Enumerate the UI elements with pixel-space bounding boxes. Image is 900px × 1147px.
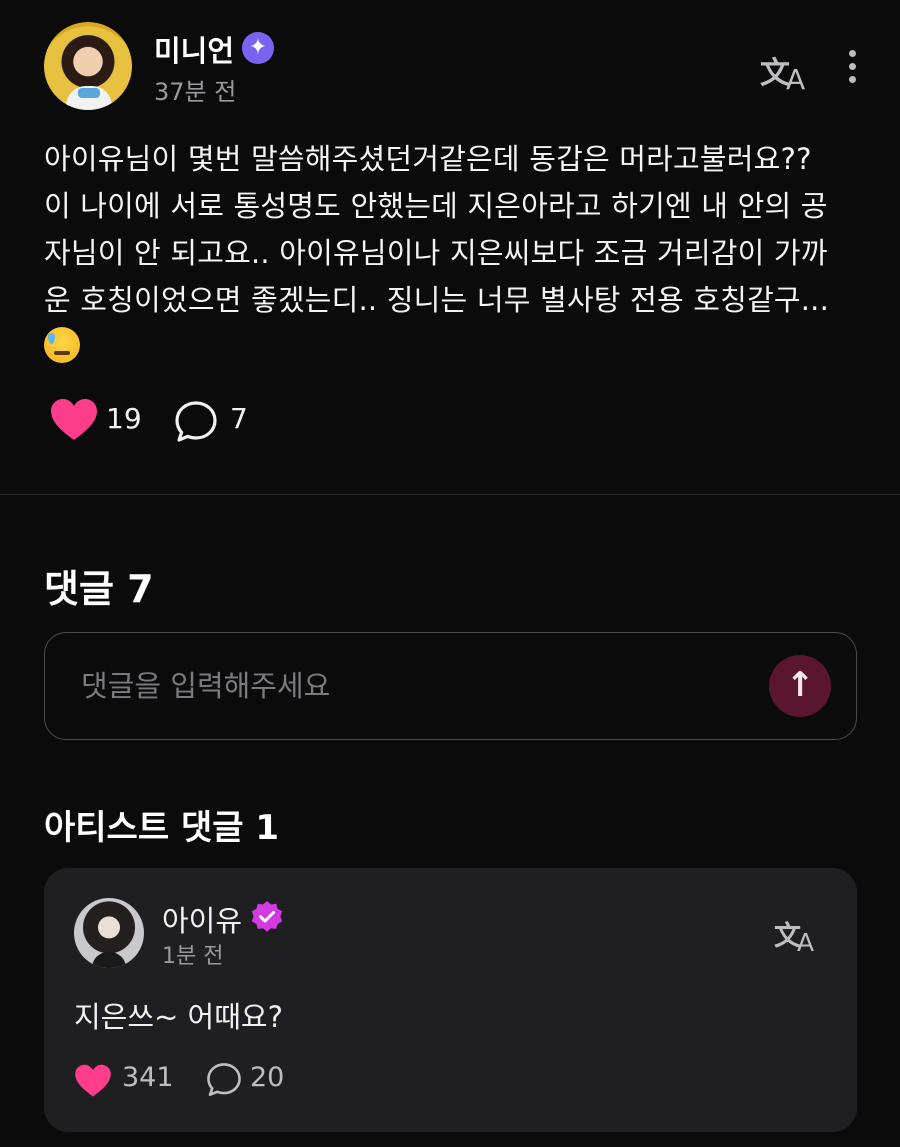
more-vertical-icon[interactable] (847, 50, 857, 84)
comment-input[interactable] (81, 663, 761, 709)
sweat-face-emoji-icon (44, 327, 80, 363)
arrow-up-icon: ↑ (785, 665, 815, 705)
divider (0, 494, 900, 495)
artist-comment-text: 지은쓰~ 어때요? (74, 1000, 283, 1034)
post-header: 미니언 ✦ 37분 전 文A (44, 22, 864, 112)
comment-bubble-icon[interactable] (174, 400, 218, 444)
post-body-line: 아이유님이 몇번 말씀해주셨던거같은데 동갑은 머라고불러요?? (44, 142, 812, 176)
author-name[interactable]: 미니언 (154, 28, 234, 70)
comments-title: 댓글 7 (44, 567, 154, 611)
post-body-line: 자님이 안 되고요.. 아이유님이나 지은씨보다 조금 거리감이 가까 (44, 236, 828, 270)
like-count: 19 (106, 402, 142, 435)
post-body-line: 이 나이에 서로 통성명도 안했는데 지은아라고 하기엔 내 안의 공 (44, 189, 828, 223)
heart-icon[interactable] (50, 398, 98, 442)
post-body: 아이유님이 몇번 말씀해주셨던거같은데 동갑은 머라고불러요?? 이 나이에 서… (44, 136, 864, 371)
avatar[interactable] (44, 22, 132, 110)
like-count: 341 (122, 1062, 174, 1093)
post-detail-screen: 미니언 ✦ 37분 전 文A 아이유님이 몇번 말씀해주셨던거같은데 동갑은 머… (0, 0, 900, 1147)
send-button[interactable]: ↑ (769, 655, 831, 717)
artist-comment-time: 1분 전 (162, 944, 224, 969)
artist-avatar[interactable] (74, 898, 144, 968)
post-time: 37분 전 (154, 78, 237, 106)
verified-badge-icon (251, 901, 283, 932)
artist-name[interactable]: 아이유 (162, 898, 242, 940)
artist-comment-card[interactable]: 아이유 1분 전 文A 지은쓰~ 어때요? 341 20 (44, 868, 857, 1132)
artist-comment-actions: 341 20 (74, 1060, 474, 1100)
post-body-line: 운 호칭이었으면 좋겠는디.. 징니는 너무 별사탕 전용 호칭같구... (44, 283, 830, 317)
heart-icon[interactable] (74, 1064, 112, 1098)
reply-count: 20 (250, 1062, 285, 1093)
comment-count: 7 (230, 402, 248, 435)
verified-badge-icon: ✦ (242, 32, 274, 64)
post-actions: 19 7 (50, 396, 450, 446)
translate-icon[interactable]: 文A (760, 48, 805, 96)
translate-icon[interactable]: 文A (774, 914, 814, 957)
comment-input-box: ↑ (44, 632, 857, 740)
artist-comments-title: 아티스트 댓글 1 (44, 808, 280, 848)
comment-bubble-icon[interactable] (206, 1062, 242, 1098)
